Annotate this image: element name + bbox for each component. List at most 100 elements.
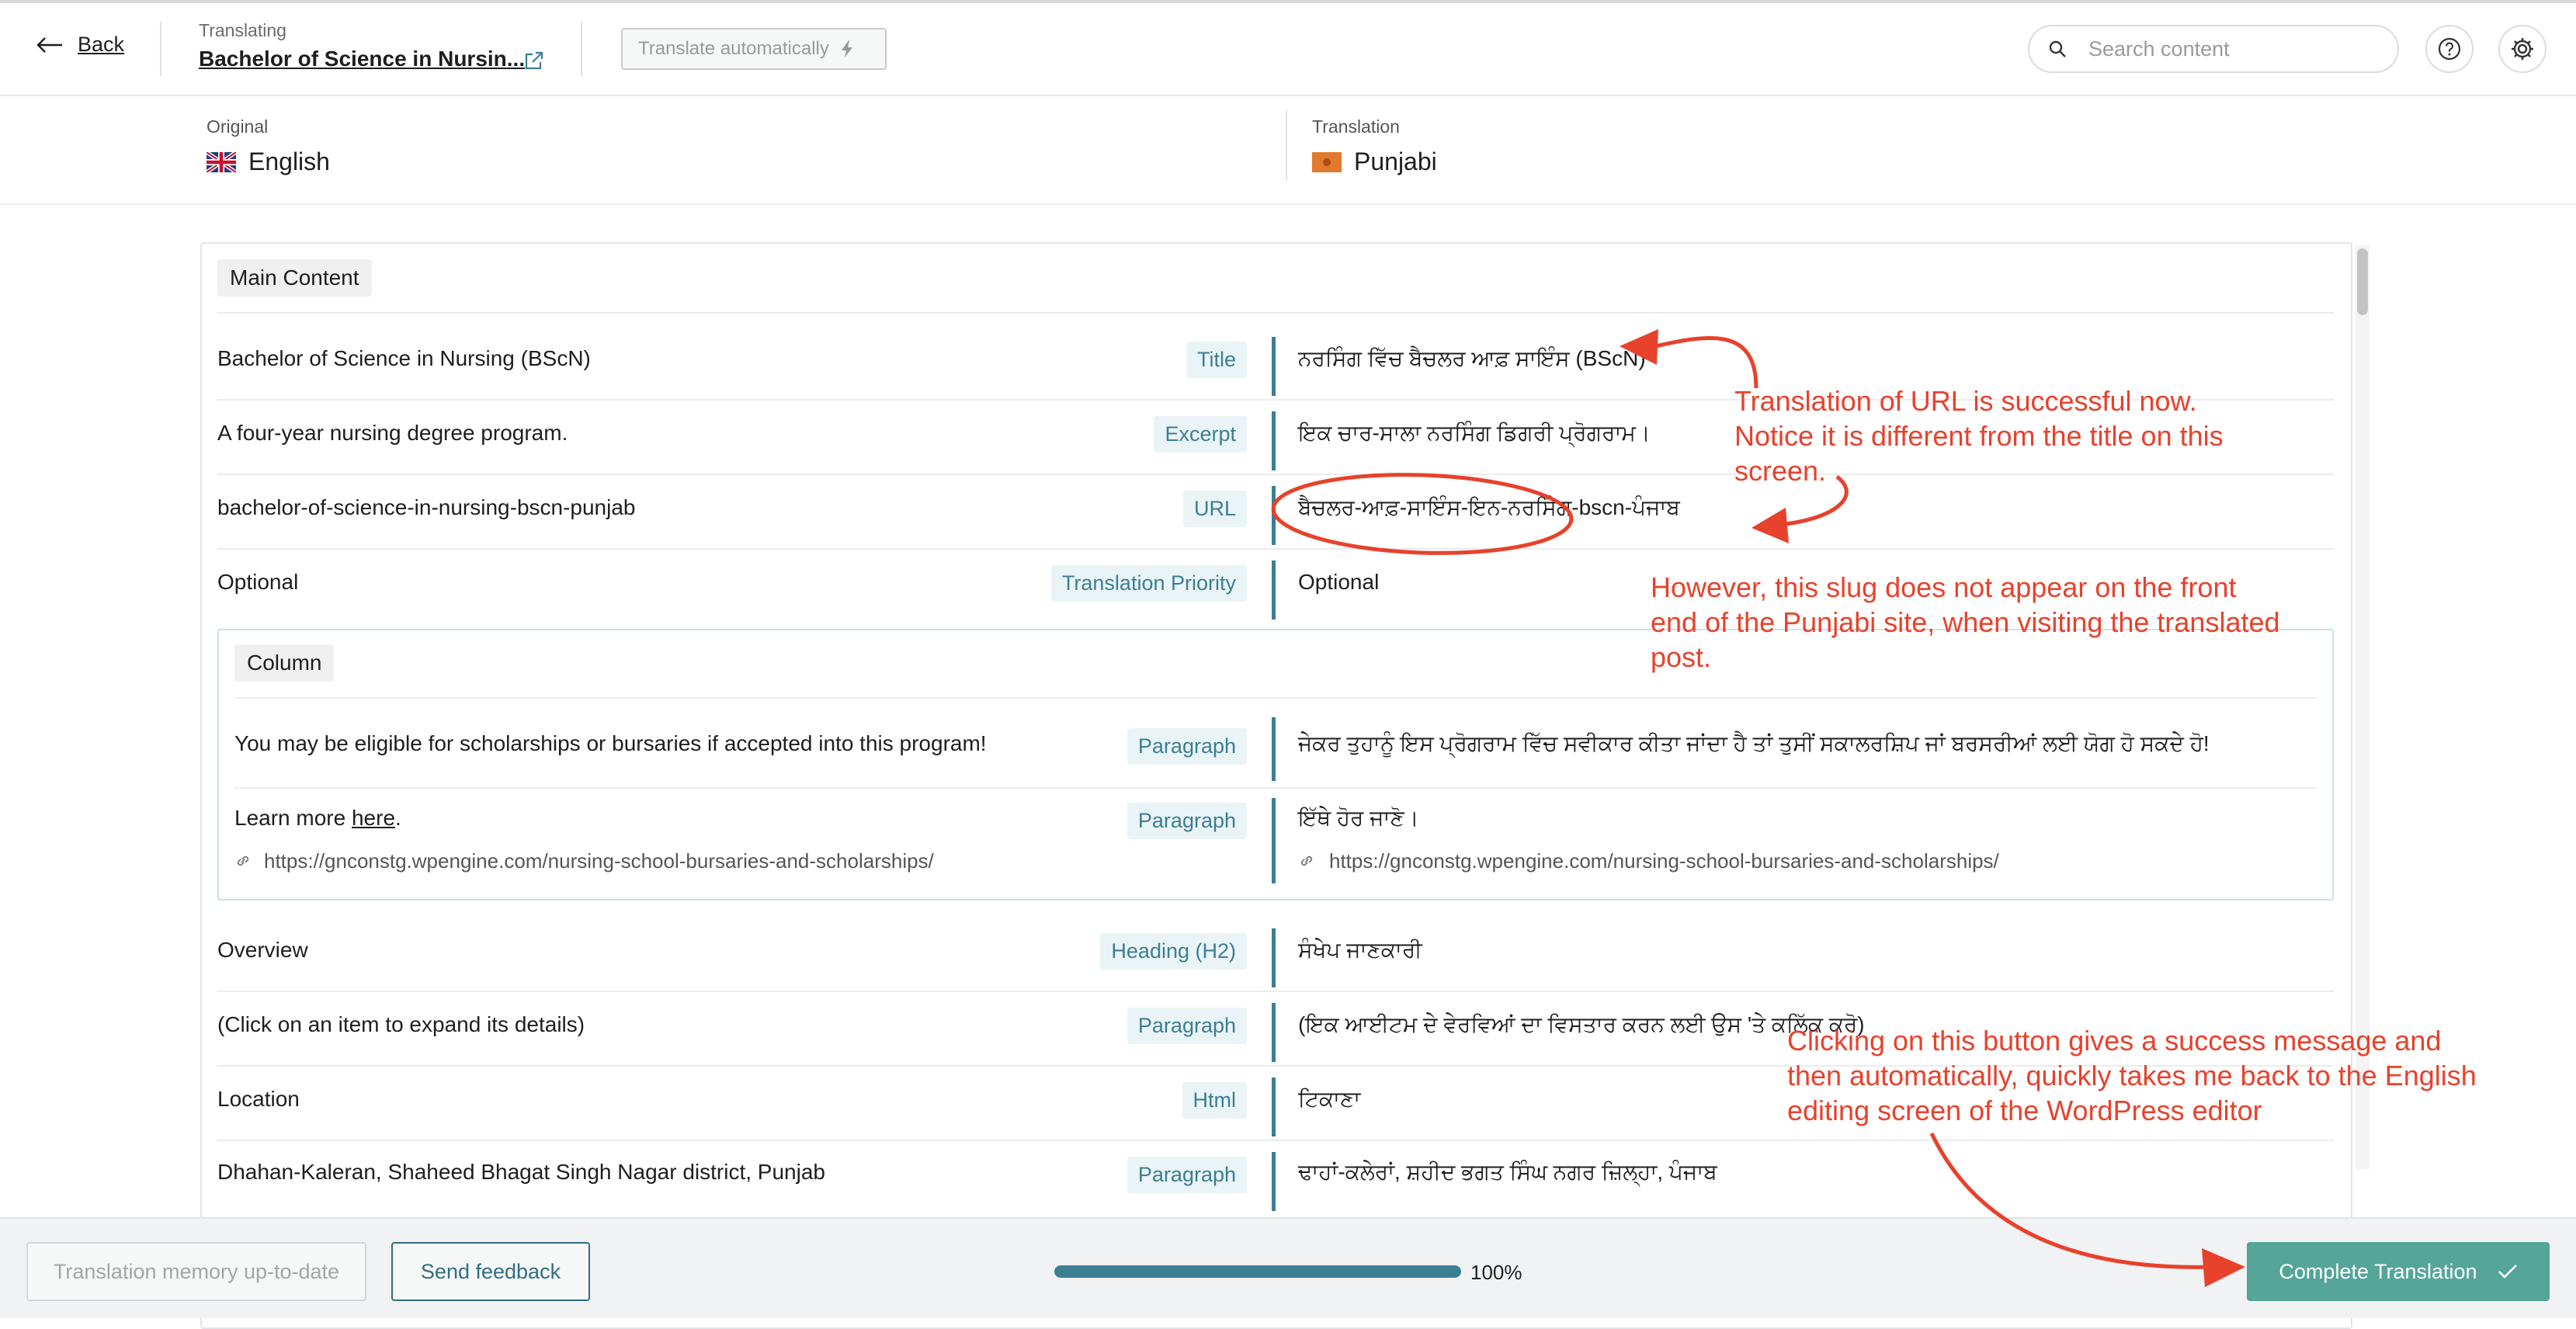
type-badge: URL — [1182, 491, 1247, 527]
translation-field[interactable]: (ਇਕ ਆਈਟਮ ਦੇ ਵੇਰਵਿਆਂ ਦਾ ਵਿਸਤਾਰ ਕਰਨ ਲਈ ਉਸ … — [1298, 1012, 1865, 1038]
translation-indicator — [1272, 560, 1276, 619]
original-text: Dhahan-Kaleran, Shaheed Bhagat Singh Nag… — [217, 1160, 825, 1184]
original-text: bachelor-of-science-in-nursing-bscn-punj… — [217, 495, 636, 519]
original-text: Overview — [217, 938, 308, 962]
translation-field[interactable]: ਨਰਸਿੰਗ ਵਿੱਚ ਬੈਚਲਰ ਆਫ਼ ਸਾਇੰਸ (BScN) — [1298, 346, 1646, 372]
complete-translation-label: Complete Translation — [2279, 1259, 2477, 1283]
divider — [1286, 110, 1287, 180]
translation-indicator — [1272, 717, 1276, 781]
progress-fill — [1054, 1265, 1461, 1278]
translation-field[interactable]: ਢਾਹਾਂ-ਕਲੇਰਾਂ, ਸ਼ਹੀਦ ਭਗਤ ਸਿੰਘ ਨਗਰ ਜ਼ਿਲ੍ਹਾ… — [1298, 1160, 1717, 1185]
annotation-line: Notice it is different from the title on… — [1734, 420, 2224, 452]
search-icon — [2049, 40, 2066, 57]
annotation-line: However, this slug does not appear on th… — [1651, 571, 2237, 603]
annotation-line: Translation of URL is successful now. — [1734, 385, 2197, 417]
type-badge: Paragraph — [1127, 728, 1247, 765]
help-button[interactable] — [2425, 25, 2474, 73]
annotation-line: Clicking on this button gives a success … — [1787, 1025, 2442, 1057]
external-link-icon[interactable] — [523, 50, 545, 71]
translation-field[interactable]: ਜੇਕਰ ਤੁਹਾਨੂੰ ਇਸ ਪ੍ਰੋਗਰਾਮ ਵਿੱਚ ਸਵੀਕਾਰ ਕੀਤ… — [1298, 731, 2210, 757]
translation-indicator — [1272, 1152, 1276, 1211]
annotation-line: then automatically, quickly takes me bac… — [1787, 1060, 2477, 1091]
annotation-line: post. — [1651, 641, 1712, 673]
original-link[interactable]: here — [352, 806, 395, 830]
check-icon — [2498, 1265, 2517, 1279]
progress-bar — [1054, 1265, 1461, 1278]
translation-indicator — [1272, 798, 1276, 883]
send-feedback-button[interactable]: Send feedback — [391, 1242, 590, 1301]
type-badge: Paragraph — [1127, 803, 1247, 839]
annotation-line: editing screen of the WordPress editor — [1787, 1095, 2262, 1126]
divider — [234, 697, 2317, 699]
annotation-line: screen. — [1734, 455, 1827, 487]
link-url: https://gnconstg.wpengine.com/nursing-sc… — [264, 849, 934, 873]
annotation-slug-issue: However, this slug does not appear on th… — [1651, 570, 2280, 675]
type-badge: Title — [1186, 342, 1247, 378]
translation-indicator — [1272, 1003, 1276, 1062]
translation-indicator — [1272, 411, 1276, 470]
back-button[interactable]: Back — [36, 33, 124, 57]
divider — [581, 22, 582, 76]
divider — [160, 22, 161, 76]
settings-button[interactable] — [2498, 25, 2546, 73]
translation-indicator — [1272, 1077, 1276, 1136]
original-text: Location — [217, 1087, 300, 1111]
type-badge: Heading (H2) — [1100, 933, 1247, 970]
translation-field[interactable]: ਟਿਕਾਣਾ — [1298, 1087, 1360, 1112]
search-input[interactable] — [2087, 36, 2369, 62]
original-text: (Click on an item to expand its details) — [217, 1012, 585, 1036]
translation-field[interactable]: ਇਕ ਚਾਰ-ਸਾਲਾ ਨਰਸਿੰਗ ਡਿਗਰੀ ਪ੍ਰੋਗਰਾਮ। — [1298, 421, 1651, 446]
arrow-left-icon — [36, 36, 62, 53]
original-text: Optional — [217, 570, 299, 594]
translation-language-name: Punjabi — [1354, 147, 1437, 175]
original-text-prefix: Learn more — [234, 806, 352, 830]
back-label: Back — [78, 33, 125, 56]
lightning-icon — [841, 40, 852, 57]
translation-field[interactable]: ਬੈਚਲਰ-ਆਫ਼-ਸਾਇੰਸ-ਇਨ-ਨਰਸਿੰਗ-bscn-ਪੰਜਾਬ — [1298, 495, 1680, 521]
translation-language: Punjabi — [1312, 147, 1437, 176]
original-text-suffix: . — [395, 806, 401, 830]
translation-field[interactable]: ਸੰਖੇਪ ਜਾਣਕਾਰੀ — [1298, 938, 1422, 963]
link-icon — [1300, 855, 1313, 866]
translation-field[interactable]: ਇੱਥੇ ਹੋਰ ਜਾਣੋ। — [1298, 806, 1419, 831]
link-icon — [237, 855, 249, 866]
column-title: Column — [234, 644, 335, 682]
divider — [234, 787, 2317, 789]
section-title: Main Content — [217, 259, 372, 297]
divider — [217, 312, 2334, 314]
original-text: Bachelor of Science in Nursing (BScN) — [217, 346, 591, 370]
punjabi-flag-icon — [1312, 151, 1342, 172]
translating-label: Translating — [199, 20, 286, 40]
original-text: You may be eligible for scholarships or … — [234, 731, 987, 755]
translation-indicator — [1272, 486, 1276, 545]
type-badge: Paragraph — [1127, 1157, 1247, 1193]
divider — [217, 991, 2334, 992]
scrollbar-thumb[interactable] — [2357, 248, 2368, 315]
original-caption: Original — [207, 116, 269, 137]
type-badge: Translation Priority — [1050, 565, 1247, 602]
original-text: Learn more here. — [234, 806, 401, 831]
uk-flag-icon — [207, 151, 236, 172]
annotation-url-success: Translation of URL is successful now. No… — [1734, 383, 2224, 488]
original-text: A four-year nursing degree program. — [217, 421, 568, 445]
translation-memory-button[interactable]: Translation memory up-to-date — [26, 1242, 366, 1301]
translate-automatically-label: Translate automatically — [638, 38, 829, 59]
translation-caption: Translation — [1312, 116, 1400, 137]
translation-indicator — [1272, 928, 1276, 987]
progress-label: 100% — [1470, 1261, 1522, 1284]
type-badge: Html — [1182, 1082, 1247, 1119]
original-language-name: English — [248, 147, 330, 175]
search-box[interactable] — [2028, 25, 2399, 73]
post-title-link[interactable]: Bachelor of Science in Nursin... — [199, 47, 525, 71]
translation-priority-select[interactable]: Optional — [1298, 570, 1379, 595]
type-badge: Paragraph — [1127, 1008, 1247, 1044]
annotation-line: end of the Punjabi site, when visiting t… — [1651, 606, 2280, 638]
translation-indicator — [1272, 337, 1276, 396]
link-url-translation[interactable]: https://gnconstg.wpengine.com/nursing-sc… — [1329, 849, 1999, 873]
annotation-complete-button: Clicking on this button gives a success … — [1787, 1023, 2477, 1128]
complete-translation-button[interactable]: Complete Translation — [2247, 1242, 2550, 1301]
original-language: English — [207, 147, 330, 176]
help-icon — [2438, 37, 2461, 61]
translate-automatically-button[interactable]: Translate automatically — [621, 28, 887, 70]
divider — [217, 548, 2334, 550]
